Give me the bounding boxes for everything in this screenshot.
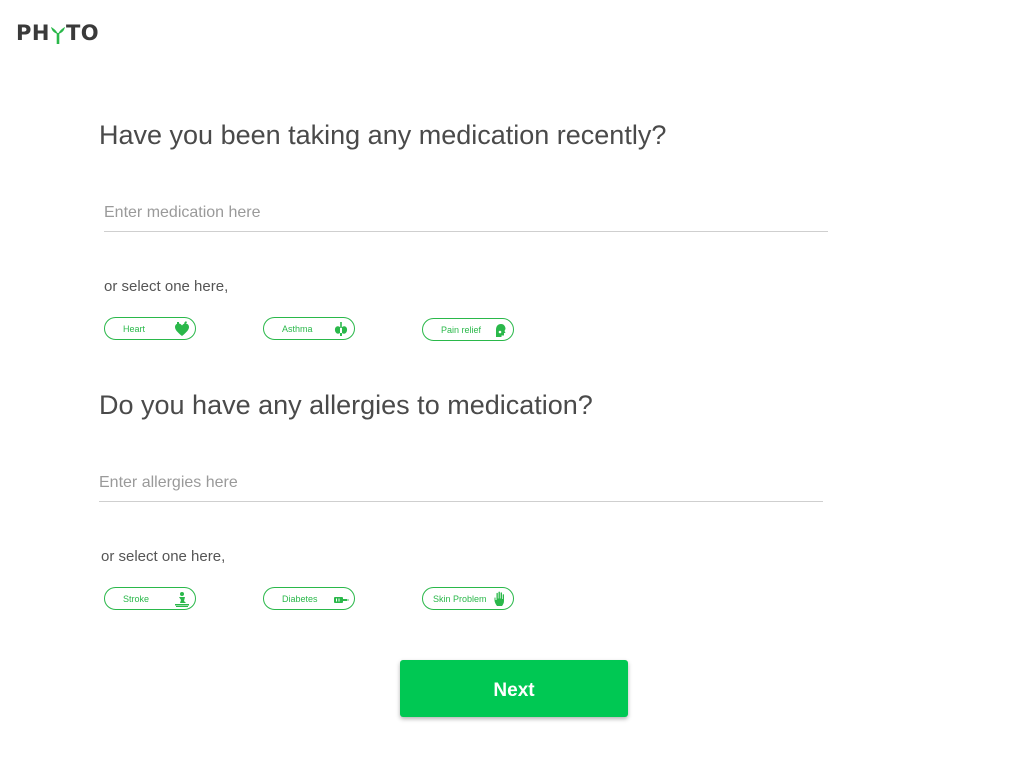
stroke-icon xyxy=(174,591,190,607)
chip-label: Pain relief xyxy=(441,324,482,335)
chip-label: Diabetes xyxy=(282,593,318,604)
chip-label: Heart xyxy=(123,323,146,334)
phyto-logo: PH TO xyxy=(16,20,99,46)
heart-icon xyxy=(174,320,190,337)
syringe-icon xyxy=(333,591,349,607)
allergies-input[interactable] xyxy=(99,465,823,502)
medication-option-pain-relief[interactable]: Pain relief xyxy=(422,318,514,341)
medication-question: Have you been taking any medication rece… xyxy=(99,120,667,150)
chip-label: Asthma xyxy=(282,323,313,334)
allergy-option-stroke[interactable]: Stroke xyxy=(104,587,196,610)
pain-relief-icon xyxy=(492,322,508,338)
medication-input[interactable] xyxy=(104,195,828,232)
lungs-icon xyxy=(333,321,349,337)
medication-select-label: or select one here, xyxy=(104,278,229,295)
logo-text-left: PH xyxy=(16,21,50,45)
next-button[interactable]: Next xyxy=(400,660,628,717)
chip-label: Stroke xyxy=(123,593,150,604)
logo-text-right: TO xyxy=(65,21,100,45)
page: PH TO Have you been taking any medicatio… xyxy=(0,0,1024,768)
leaf-logo-icon xyxy=(50,22,65,44)
allergy-option-diabetes[interactable]: Diabetes xyxy=(263,587,355,610)
medication-option-heart[interactable]: Heart xyxy=(104,317,196,340)
allergies-question: Do you have any allergies to medication? xyxy=(99,390,593,420)
allergy-option-skin-problem[interactable]: Skin Problem xyxy=(422,587,514,610)
medication-option-asthma[interactable]: Asthma xyxy=(263,317,355,340)
hand-icon xyxy=(492,591,508,607)
chip-label: Skin Problem xyxy=(433,593,487,604)
allergies-select-label: or select one here, xyxy=(101,548,226,565)
